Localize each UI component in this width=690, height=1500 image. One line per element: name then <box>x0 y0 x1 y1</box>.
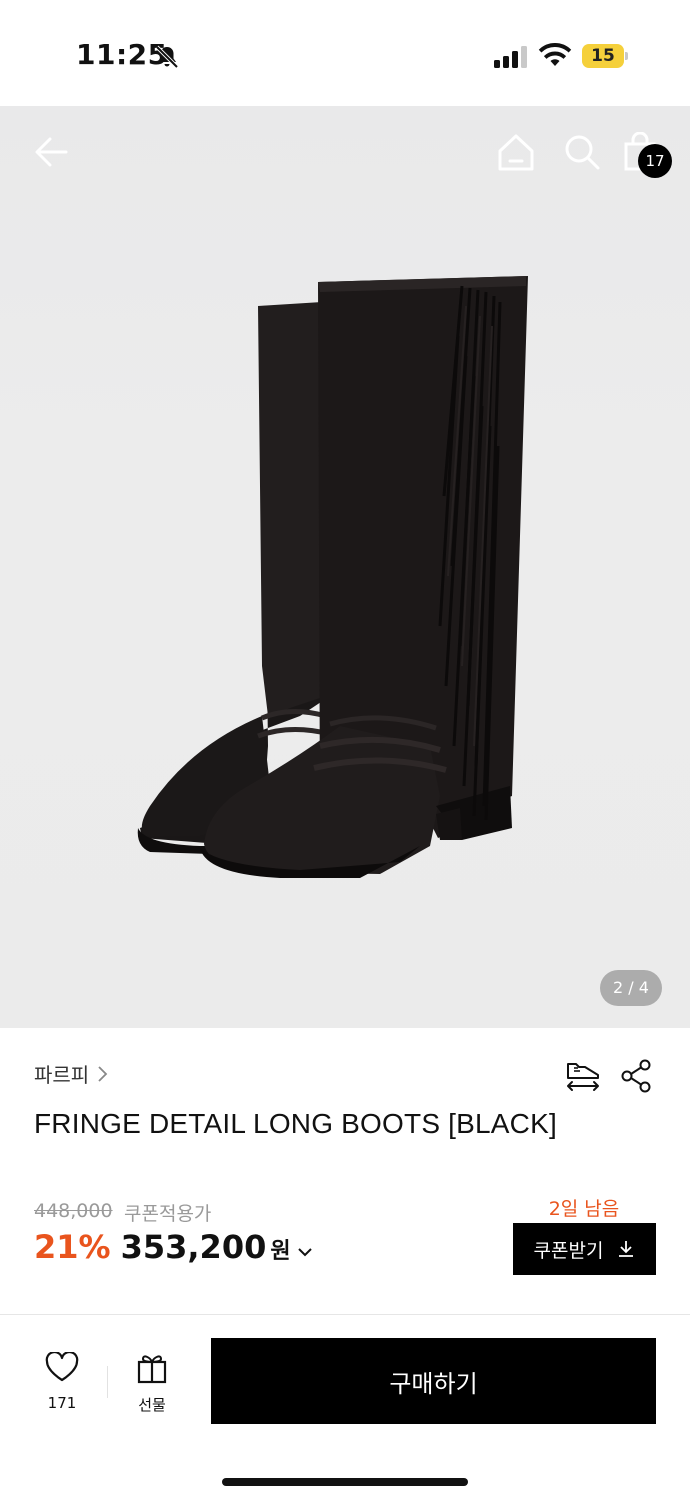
like-button[interactable]: 171 <box>36 1350 88 1414</box>
chevron-right-icon <box>98 1065 108 1082</box>
product-title: FRINGE DETAIL LONG BOOTS [BLACK] <box>34 1108 557 1139</box>
original-price: 448,000 <box>34 1200 113 1222</box>
like-count: 171 <box>47 1394 77 1412</box>
gift-icon <box>137 1355 167 1384</box>
arrow-left-icon[interactable] <box>32 132 72 172</box>
brand-name: 파르피 <box>34 1063 90 1087</box>
divider <box>0 1314 690 1315</box>
chevron-down-icon[interactable] <box>297 1246 313 1258</box>
battery-level: 15 <box>591 46 615 66</box>
image-page-indicator: 2 / 4 <box>600 970 662 1006</box>
home-icon[interactable] <box>496 132 536 172</box>
bell-muted-icon <box>155 45 179 69</box>
gift-label: 선물 <box>138 1396 166 1414</box>
product-image-fringe-boots <box>137 276 528 878</box>
divider-vertical <box>107 1366 108 1398</box>
shoe-size-icon[interactable] <box>564 1058 602 1094</box>
battery-tip <box>625 52 628 60</box>
sale-price: 353,200 <box>120 1228 267 1266</box>
price-row[interactable]: 21% 353,200 원 <box>34 1228 313 1266</box>
cart-count-badge: 17 <box>638 144 672 178</box>
coupon-days-left: 2일 남음 <box>548 1198 620 1220</box>
get-coupon-button[interactable]: 쿠폰받기 <box>513 1223 656 1275</box>
home-indicator[interactable] <box>222 1478 468 1486</box>
brand-link[interactable]: 파르피 <box>34 1059 109 1088</box>
coupon-applied-label: 쿠폰적용가 <box>124 1203 212 1225</box>
gift-button[interactable]: 선물 <box>126 1352 178 1414</box>
currency-unit: 원 <box>270 1239 291 1264</box>
discount-rate: 21% <box>34 1228 111 1266</box>
buy-button[interactable]: 구매하기 <box>211 1338 656 1424</box>
product-image-carousel[interactable]: 17 2 / 4 <box>0 106 690 1028</box>
get-coupon-label: 쿠폰받기 <box>533 1239 604 1262</box>
status-bar: 11:25 15 <box>0 0 690 106</box>
heart-icon <box>45 1350 79 1382</box>
share-icon[interactable] <box>618 1058 654 1094</box>
cellular-signal-icon <box>494 46 527 68</box>
wifi-icon <box>538 43 572 66</box>
battery-indicator: 15 <box>582 44 628 68</box>
search-icon[interactable] <box>562 132 602 172</box>
download-icon <box>619 1241 634 1257</box>
